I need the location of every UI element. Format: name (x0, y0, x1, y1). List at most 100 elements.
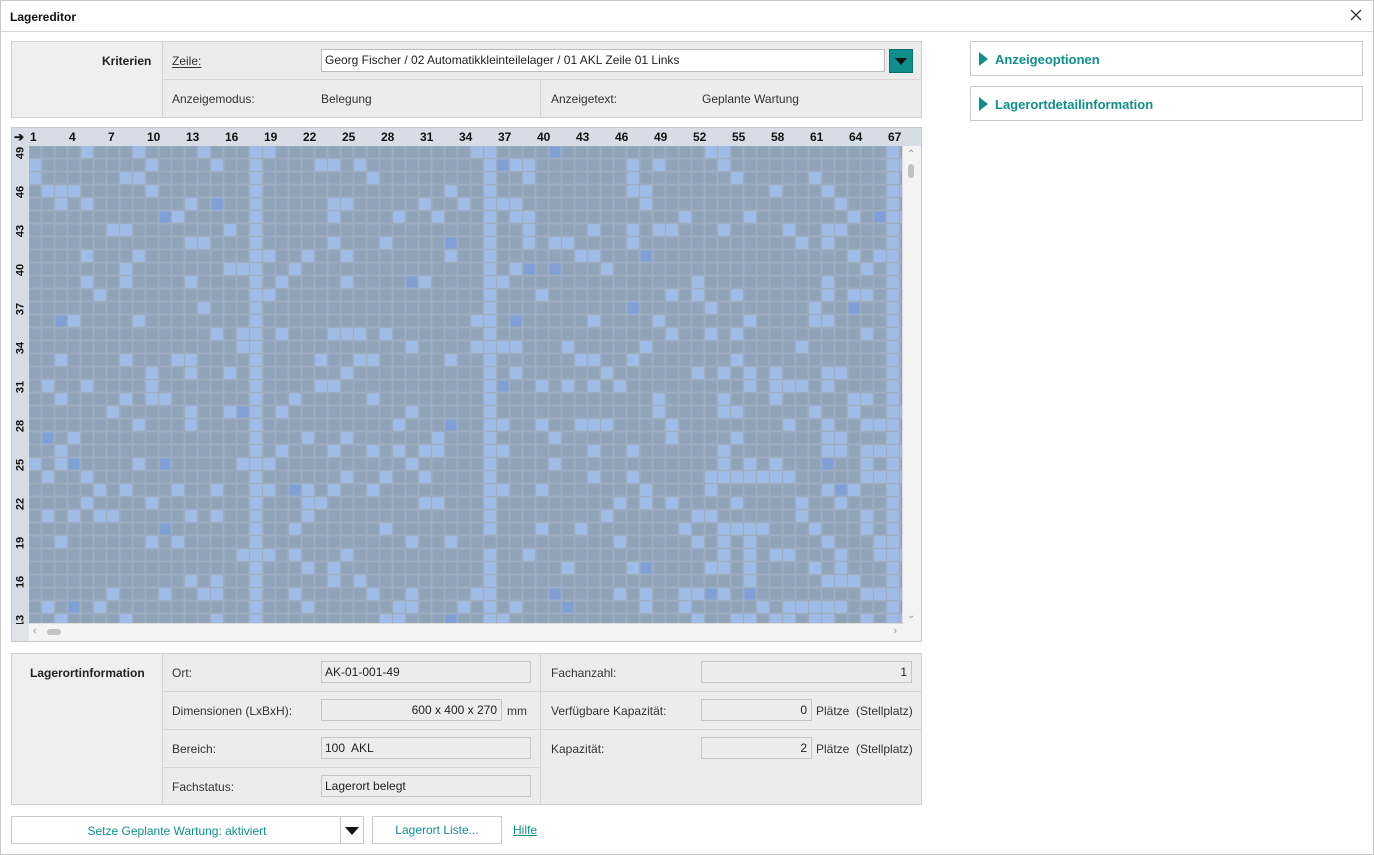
storage-cell[interactable] (600, 405, 614, 419)
storage-cell[interactable] (93, 600, 107, 614)
storage-cell[interactable] (379, 483, 393, 497)
storage-cell[interactable] (795, 470, 809, 484)
storage-cell[interactable] (119, 470, 133, 484)
storage-cell[interactable] (769, 146, 783, 159)
storage-cell[interactable] (795, 522, 809, 536)
storage-cell[interactable] (41, 288, 55, 302)
storage-cell[interactable] (470, 340, 484, 354)
storage-cell[interactable] (106, 171, 120, 185)
storage-cell[interactable] (67, 197, 81, 211)
storage-cell[interactable] (808, 405, 822, 419)
storage-cell[interactable] (470, 314, 484, 328)
storage-cell[interactable] (834, 340, 848, 354)
storage-cell[interactable] (119, 249, 133, 263)
storage-cell[interactable] (509, 574, 523, 588)
storage-cell[interactable] (275, 249, 289, 263)
storage-cell[interactable] (197, 366, 211, 380)
storage-cell[interactable] (834, 561, 848, 575)
storage-cell[interactable] (340, 301, 354, 315)
storage-cell[interactable] (834, 197, 848, 211)
storage-cell[interactable] (210, 171, 224, 185)
storage-cell[interactable] (353, 184, 367, 198)
storage-cell[interactable] (834, 600, 848, 614)
storage-cell[interactable] (327, 210, 341, 224)
storage-cell[interactable] (106, 509, 120, 523)
storage-cell[interactable] (93, 262, 107, 276)
storage-cell[interactable] (717, 470, 731, 484)
storage-cell[interactable] (509, 236, 523, 250)
storage-cell[interactable] (587, 470, 601, 484)
storage-cell[interactable] (29, 587, 42, 601)
storage-cell[interactable] (223, 574, 237, 588)
storage-cell[interactable] (574, 146, 588, 159)
storage-cell[interactable] (691, 288, 705, 302)
storage-cell[interactable] (223, 405, 237, 419)
storage-cell[interactable] (886, 327, 900, 341)
storage-cell[interactable] (561, 418, 575, 432)
storage-cell[interactable] (353, 444, 367, 458)
storage-cell[interactable] (249, 366, 263, 380)
storage-cell[interactable] (756, 288, 770, 302)
storage-cell[interactable] (132, 301, 146, 315)
storage-cell[interactable] (275, 444, 289, 458)
storage-cell[interactable] (483, 327, 497, 341)
storage-cell[interactable] (41, 146, 55, 159)
storage-cell[interactable] (210, 431, 224, 445)
hilfe-link[interactable]: Hilfe (513, 823, 537, 837)
storage-cell[interactable] (535, 379, 549, 393)
storage-cell[interactable] (652, 366, 666, 380)
storage-cell[interactable] (678, 392, 692, 406)
storage-cell[interactable] (67, 431, 81, 445)
storage-cell[interactable] (873, 353, 887, 367)
storage-cell[interactable] (470, 146, 484, 159)
storage-cell[interactable] (509, 275, 523, 289)
storage-cell[interactable] (236, 418, 250, 432)
storage-cell[interactable] (418, 171, 432, 185)
storage-cell[interactable] (795, 405, 809, 419)
storage-cell[interactable] (145, 457, 159, 471)
storage-cell[interactable] (769, 301, 783, 315)
storage-cell[interactable] (548, 366, 562, 380)
storage-cell[interactable] (145, 249, 159, 263)
storage-cell[interactable] (886, 431, 900, 445)
storage-cell[interactable] (418, 353, 432, 367)
storage-cell[interactable] (249, 548, 263, 562)
storage-cell[interactable] (639, 366, 653, 380)
storage-cell[interactable] (418, 262, 432, 276)
storage-cell[interactable] (743, 405, 757, 419)
storage-cell[interactable] (171, 522, 185, 536)
storage-cell[interactable] (119, 483, 133, 497)
storage-cell[interactable] (756, 470, 770, 484)
storage-cell[interactable] (483, 483, 497, 497)
storage-cell[interactable] (717, 444, 731, 458)
storage-cell[interactable] (184, 509, 198, 523)
storage-cell[interactable] (249, 392, 263, 406)
storage-cell[interactable] (145, 262, 159, 276)
storage-cell[interactable] (665, 366, 679, 380)
storage-cell[interactable] (158, 210, 172, 224)
storage-cell[interactable] (340, 146, 354, 159)
storage-cell[interactable] (587, 444, 601, 458)
storage-cell[interactable] (561, 171, 575, 185)
storage-cell[interactable] (496, 184, 510, 198)
storage-cell[interactable] (457, 301, 471, 315)
storage-cell[interactable] (119, 444, 133, 458)
storage-cell[interactable] (626, 509, 640, 523)
storage-cell[interactable] (834, 548, 848, 562)
storage-cell[interactable] (587, 496, 601, 510)
storage-cell[interactable] (548, 535, 562, 549)
storage-cell[interactable] (691, 184, 705, 198)
storage-cell[interactable] (340, 535, 354, 549)
storage-cell[interactable] (639, 210, 653, 224)
storage-cell[interactable] (184, 262, 198, 276)
storage-cell[interactable] (236, 548, 250, 562)
storage-cell[interactable] (587, 548, 601, 562)
storage-cell[interactable] (782, 548, 796, 562)
storage-cell[interactable] (756, 600, 770, 614)
storage-cell[interactable] (717, 184, 731, 198)
storage-cell[interactable] (756, 483, 770, 497)
storage-cell[interactable] (444, 275, 458, 289)
storage-cell[interactable] (600, 210, 614, 224)
storage-cell[interactable] (782, 327, 796, 341)
storage-cell[interactable] (210, 457, 224, 471)
